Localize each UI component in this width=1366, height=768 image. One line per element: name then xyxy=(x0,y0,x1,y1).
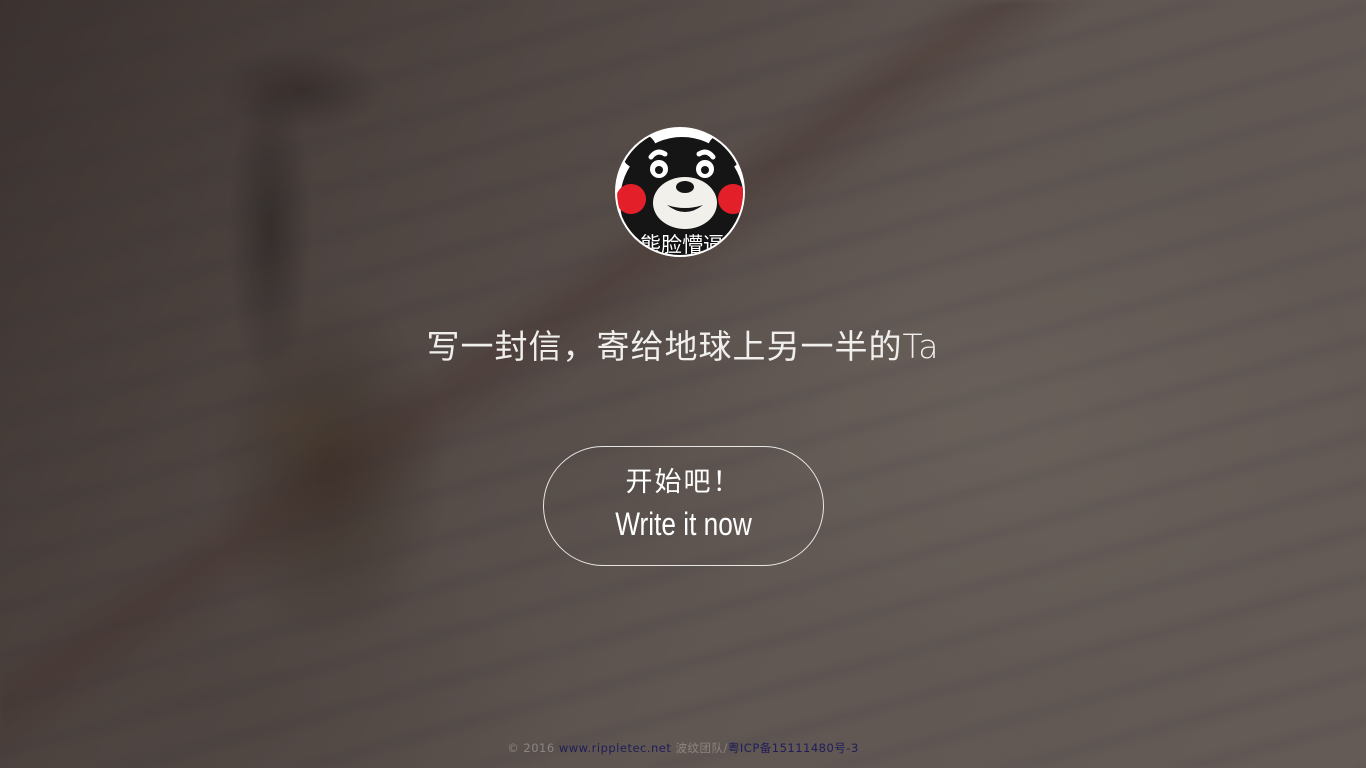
footer-copyright: © 2016 xyxy=(507,741,555,755)
avatar-caption: 熊脸懵逼 xyxy=(640,233,724,257)
start-button-label-cn: 开始吧！ xyxy=(625,467,742,498)
start-button-label-en: Write it now xyxy=(615,506,752,542)
footer: © 2016 www.rippletec.net 波纹团队/粤ICP备15111… xyxy=(0,740,1366,756)
footer-team: 波纹团队/ xyxy=(675,741,728,755)
avatar[interactable]: 熊脸懵逼 xyxy=(615,127,745,257)
background-overlay xyxy=(0,0,1366,768)
footer-site-link[interactable]: www.rippletec.net xyxy=(559,741,672,755)
tagline: 写一封信，寄给地球上另一半的Ta xyxy=(426,327,940,366)
start-writing-button[interactable]: 开始吧！ Write it now xyxy=(543,446,824,566)
footer-icp-link[interactable]: 粤ICP备15111480号-3 xyxy=(728,741,859,755)
